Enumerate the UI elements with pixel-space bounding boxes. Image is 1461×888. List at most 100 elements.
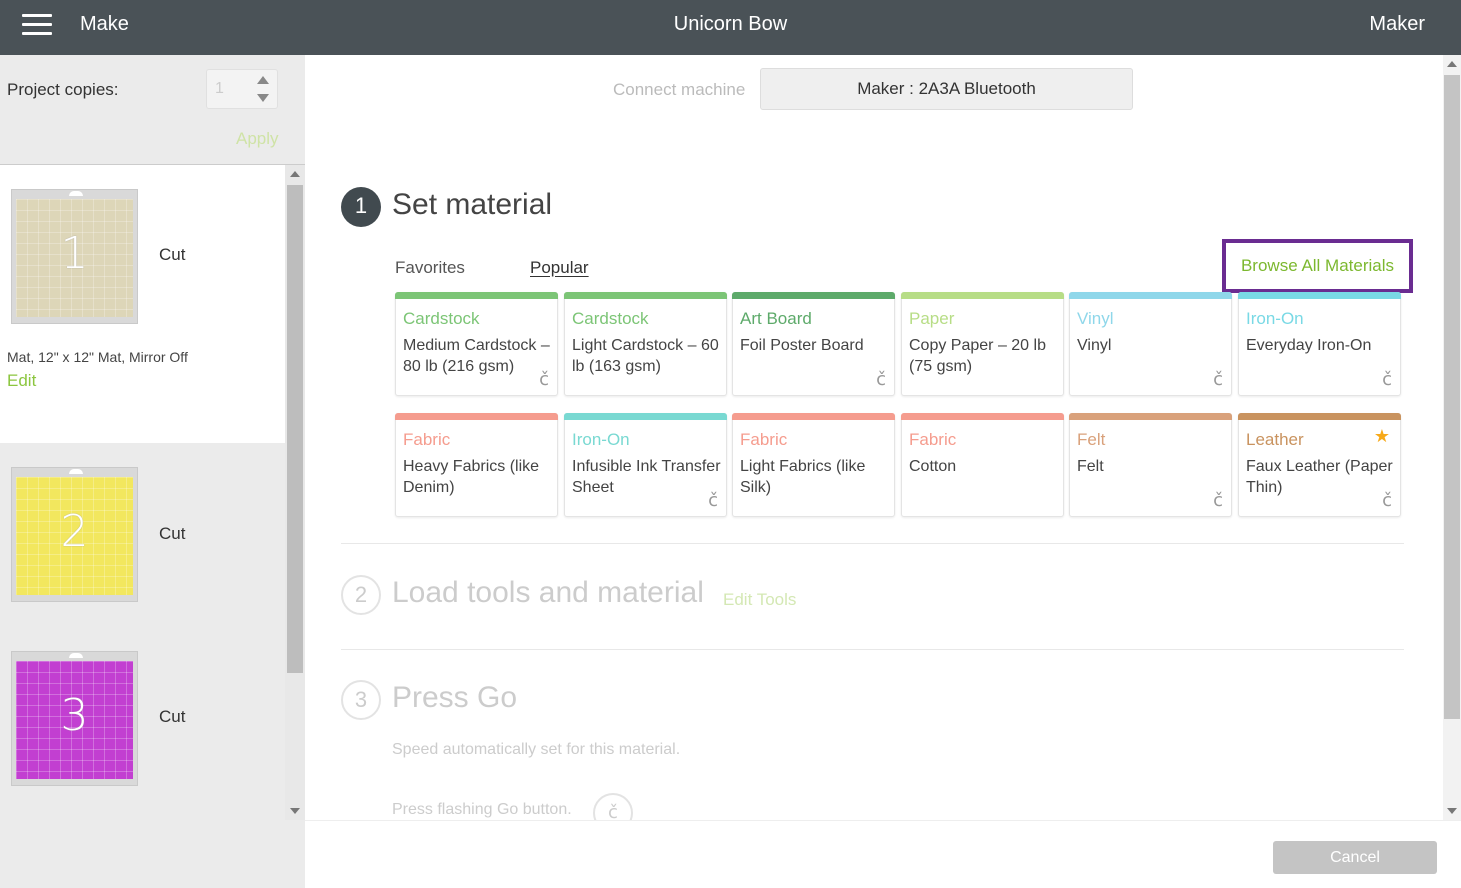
step-1-title: Set material xyxy=(392,188,553,221)
material-card[interactable]: Paper Copy Paper – 20 lb (75 gsm) xyxy=(901,292,1064,396)
cricut-brand-icon: č xyxy=(876,369,886,390)
sidebar-scrollbar[interactable] xyxy=(285,165,305,820)
material-name: Heavy Fabrics (like Denim) xyxy=(403,458,540,496)
material-card[interactable]: Felt Felt č xyxy=(1069,413,1232,517)
machine-label: Maker xyxy=(1369,13,1425,35)
material-card[interactable]: Leather Faux Leather (Paper Thin) č ★ xyxy=(1238,413,1401,517)
material-name: Infusible Ink Transfer Sheet xyxy=(572,458,721,496)
mat-action-3: Cut xyxy=(159,707,186,726)
mat-preview-3[interactable]: 3 xyxy=(11,651,138,786)
material-color-bar xyxy=(564,292,727,299)
mat-item-3[interactable]: 3 Cut xyxy=(0,627,285,820)
press-go-text: Press flashing Go button. xyxy=(392,801,572,818)
cancel-button[interactable]: Cancel xyxy=(1273,841,1437,874)
apply-button[interactable]: Apply xyxy=(236,129,279,149)
stepper-down-icon[interactable] xyxy=(257,94,269,102)
edit-tools-link[interactable]: Edit Tools xyxy=(723,590,796,610)
mat-item-1[interactable]: 1 Cut Mat, 12" x 12" Mat, Mirror Off Edi… xyxy=(0,165,285,443)
material-category: Fabric xyxy=(740,430,788,449)
material-category: Iron-On xyxy=(572,430,630,449)
material-category: Fabric xyxy=(403,430,451,449)
material-color-bar xyxy=(395,292,558,299)
material-category: Cardstock xyxy=(403,309,480,328)
project-copies-stepper[interactable]: 1 xyxy=(206,69,278,109)
material-category: Felt xyxy=(1077,430,1106,449)
stepper-up-icon[interactable] xyxy=(257,76,269,84)
mat-sidebar: Project copies: 1 Apply 1 Cut Mat, 12" x… xyxy=(0,55,305,888)
material-name: Foil Poster Board xyxy=(740,337,864,354)
cricut-brand-icon: č xyxy=(708,490,718,511)
cricut-brand-icon: č xyxy=(539,369,549,390)
make-label: Make xyxy=(80,13,129,35)
step-2-number: 2 xyxy=(341,575,381,615)
divider xyxy=(341,649,1404,650)
browse-all-materials-button[interactable]: Browse All Materials xyxy=(1222,239,1413,293)
material-color-bar xyxy=(1238,292,1401,299)
mat-preview-2[interactable]: 2 xyxy=(11,467,138,602)
mat-number-2: 2 xyxy=(60,506,89,557)
material-card[interactable]: Vinyl Vinyl č xyxy=(1069,292,1232,396)
material-color-bar xyxy=(901,292,1064,299)
step-3-title: Press Go xyxy=(392,681,518,714)
tab-favorites[interactable]: Favorites xyxy=(395,258,465,278)
scroll-up-icon[interactable] xyxy=(290,171,300,177)
mat-item-2[interactable]: 2 Cut xyxy=(0,443,285,627)
material-card[interactable]: Art Board Foil Poster Board č xyxy=(732,292,895,396)
material-name: Everyday Iron-On xyxy=(1246,337,1372,354)
step-3-number: 3 xyxy=(341,680,381,720)
material-name: Light Cardstock – 60 lb (163 gsm) xyxy=(572,337,719,375)
material-color-bar xyxy=(901,413,1064,420)
material-card[interactable]: Iron-On Everyday Iron-On č xyxy=(1238,292,1401,396)
mat-number-3: 3 xyxy=(60,690,89,741)
main-panel: Connect machine Maker : 2A3A Bluetooth 1… xyxy=(305,55,1443,820)
material-name: Cotton xyxy=(909,458,957,475)
material-name: Faux Leather (Paper Thin) xyxy=(1246,458,1393,496)
mat-action-2: Cut xyxy=(159,524,186,543)
material-card[interactable]: Fabric Heavy Fabrics (like Denim) xyxy=(395,413,558,517)
sidebar-scroll-thumb[interactable] xyxy=(287,185,303,673)
cricut-brand-icon: č xyxy=(1213,369,1223,390)
material-card[interactable]: Iron-On Infusible Ink Transfer Sheet č xyxy=(564,413,727,517)
scroll-up-icon[interactable] xyxy=(1447,61,1457,67)
material-category: Paper xyxy=(909,309,955,328)
go-button-icon: č xyxy=(593,793,633,820)
scroll-down-icon[interactable] xyxy=(290,808,300,814)
favorite-star-icon[interactable]: ★ xyxy=(1374,426,1390,447)
connect-machine-button[interactable]: Maker : 2A3A Bluetooth xyxy=(760,68,1133,110)
connect-machine-label: Connect machine xyxy=(613,80,746,99)
step-2-title: Load tools and material xyxy=(392,576,704,609)
project-copies-value[interactable]: 1 xyxy=(215,80,224,98)
mat-settings-info: Mat, 12" x 12" Mat, Mirror Off xyxy=(7,349,188,365)
material-name: Vinyl xyxy=(1077,337,1112,354)
material-color-bar xyxy=(1069,292,1232,299)
mat-preview-1[interactable]: 1 xyxy=(11,189,138,324)
material-category: Art Board xyxy=(740,309,812,328)
material-color-bar xyxy=(1069,413,1232,420)
cricut-brand-icon: č xyxy=(1213,490,1223,511)
speed-info-text: Speed automatically set for this materia… xyxy=(392,741,681,758)
material-category: Vinyl xyxy=(1077,309,1114,328)
material-name: Light Fabrics (like Silk) xyxy=(740,458,866,496)
material-category: Cardstock xyxy=(572,309,649,328)
mat-number-1: 1 xyxy=(60,228,89,279)
material-card[interactable]: Fabric Light Fabrics (like Silk) xyxy=(732,413,895,517)
main-scrollbar[interactable] xyxy=(1443,55,1461,820)
cricut-brand-icon: č xyxy=(1382,490,1392,511)
step-1-number: 1 xyxy=(341,187,381,227)
material-card[interactable]: Cardstock Medium Cardstock – 80 lb (216 g… xyxy=(395,292,558,396)
mat-action-1: Cut xyxy=(159,245,186,264)
hamburger-icon[interactable] xyxy=(22,14,52,38)
material-card[interactable]: Fabric Cotton xyxy=(901,413,1064,517)
main-scroll-thumb[interactable] xyxy=(1444,75,1460,719)
tab-popular[interactable]: Popular xyxy=(530,258,589,278)
top-bar: Make Unicorn Bow Maker xyxy=(0,0,1461,55)
material-category: Leather xyxy=(1246,430,1304,449)
material-category: Iron-On xyxy=(1246,309,1304,328)
scroll-down-icon[interactable] xyxy=(1447,808,1457,814)
mat-edit-link[interactable]: Edit xyxy=(7,371,36,391)
divider xyxy=(341,543,1404,544)
material-color-bar xyxy=(732,292,895,299)
material-name: Copy Paper – 20 lb (75 gsm) xyxy=(909,337,1046,375)
material-name: Felt xyxy=(1077,458,1104,475)
material-card[interactable]: Cardstock Light Cardstock – 60 lb (163 gs… xyxy=(564,292,727,396)
